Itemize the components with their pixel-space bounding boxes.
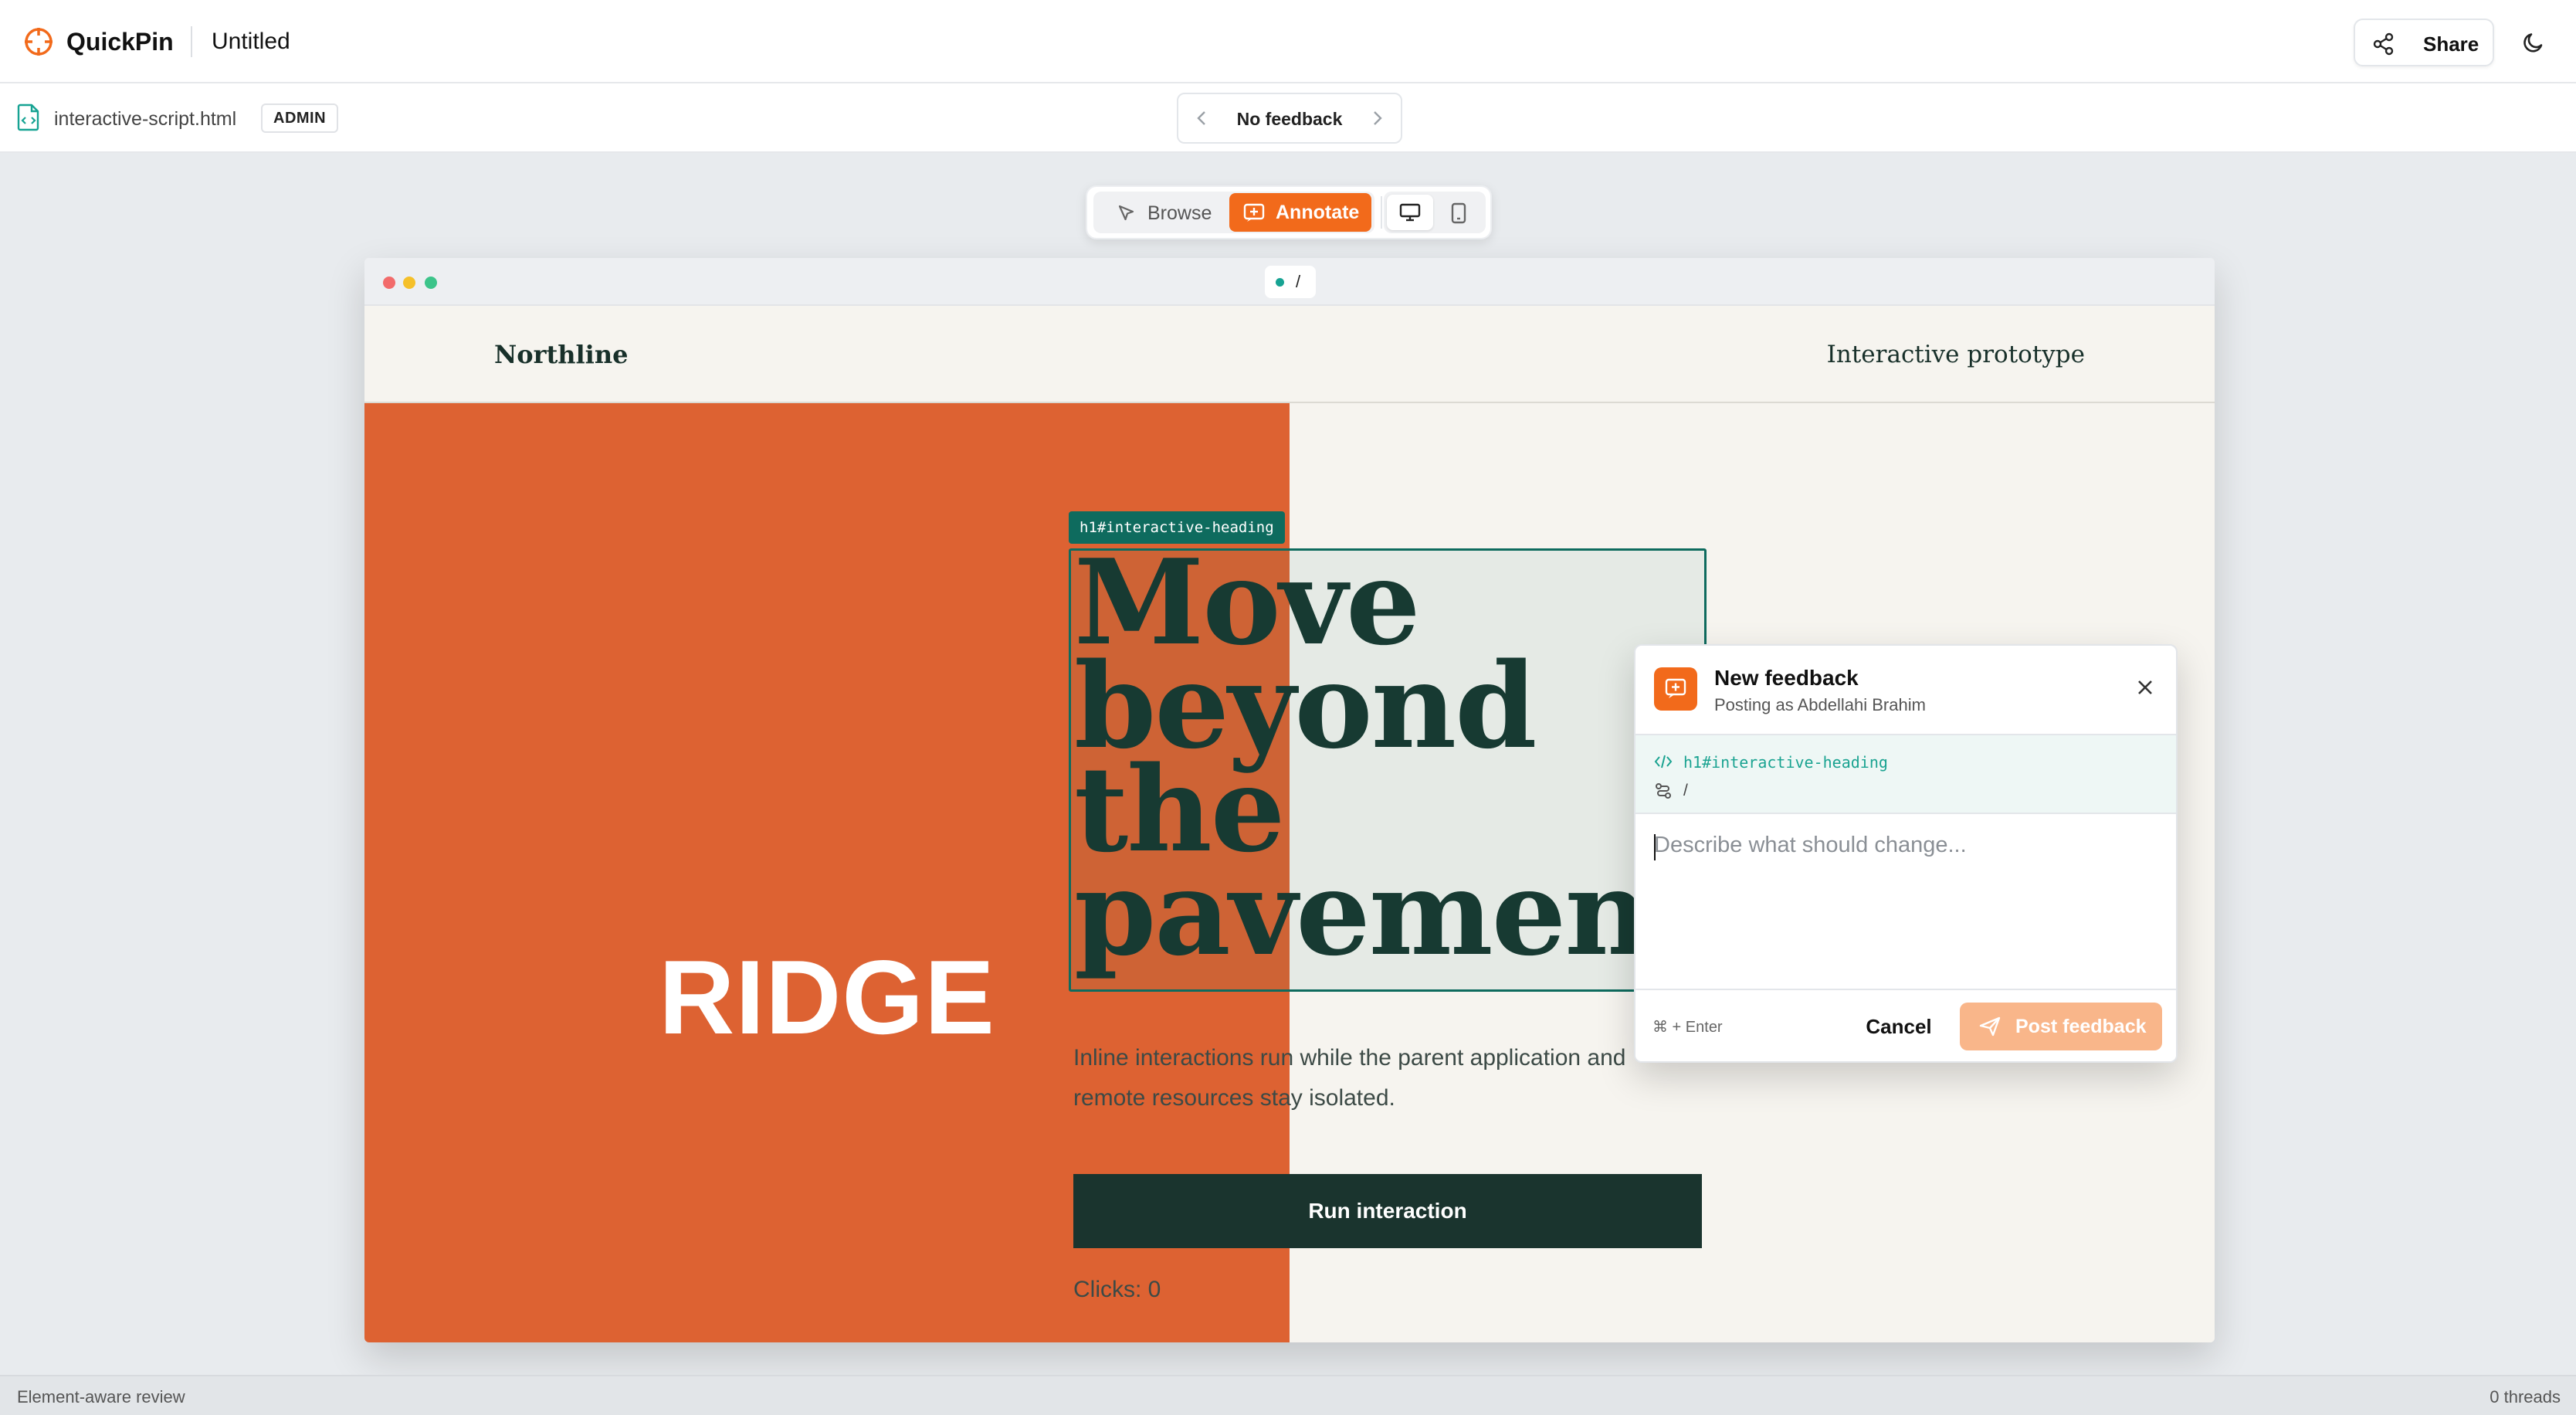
click-counter: Clicks: 0 — [1073, 1277, 1161, 1302]
status-bar: Element-aware review 0 threads — [0, 1375, 2576, 1415]
next-feedback-button[interactable] — [1368, 108, 1385, 132]
file-name: interactive-script.html — [54, 108, 237, 130]
phone-icon — [1451, 202, 1466, 224]
submit-shortcut-hint: ⌘ + Enter — [1652, 1019, 1723, 1036]
monitor-icon — [1399, 203, 1421, 222]
annotate-label: Annotate — [1276, 202, 1360, 223]
close-icon — [2138, 680, 2152, 694]
cursor-icon — [1118, 205, 1134, 221]
feedback-target-info: h1#interactive-heading / — [1635, 734, 2176, 814]
share-label: Share — [2423, 32, 2479, 56]
app-header: QuickPin Untitled Share — [0, 0, 2576, 83]
mode-switch: Browse Annotate — [1093, 192, 1374, 233]
send-icon — [1979, 1016, 2001, 1037]
selected-element-tag: h1#interactive-heading — [1069, 511, 1285, 544]
document-title[interactable]: Untitled — [212, 26, 290, 57]
moon-icon — [2523, 33, 2543, 53]
cancel-label: Cancel — [1866, 1015, 1932, 1038]
code-file-icon — [17, 103, 40, 135]
window-minimize-dot — [403, 277, 415, 289]
close-popover-button[interactable] — [2131, 674, 2159, 701]
title-divider — [191, 26, 192, 57]
share-button[interactable]: Share — [2354, 19, 2494, 66]
site-brand[interactable]: Northline — [494, 340, 628, 369]
code-icon — [1654, 754, 1673, 773]
comment-plus-icon — [1243, 203, 1265, 222]
feedback-navigator: No feedback — [1177, 93, 1402, 144]
site-header: Northline Interactive prototype — [364, 306, 2215, 403]
desktop-view-button[interactable] — [1387, 195, 1433, 230]
toolbar-divider — [1381, 196, 1382, 229]
theme-toggle-button[interactable] — [2514, 23, 2553, 62]
target-route: / — [1683, 782, 1688, 799]
post-feedback-label: Post feedback — [2015, 1016, 2147, 1037]
share-icon — [2373, 32, 2394, 56]
run-interaction-label: Run interaction — [1308, 1199, 1467, 1223]
window-maximize-dot — [425, 277, 437, 289]
feedback-icon — [1654, 667, 1697, 711]
heading-line: pavement — [1074, 843, 1703, 982]
mode-toolbar: Browse Annotate — [1086, 185, 1492, 239]
window-close-dot — [383, 277, 395, 289]
popover-footer: ⌘ + Enter Cancel Post feedback — [1635, 989, 2176, 1061]
url-path: / — [1296, 272, 1301, 291]
selected-heading-highlight[interactable]: Move beyond the pavement — [1069, 548, 1707, 992]
annotate-mode-button[interactable]: Annotate — [1229, 193, 1371, 232]
mobile-view-button[interactable] — [1436, 195, 1483, 230]
live-indicator — [1276, 278, 1284, 287]
browse-mode-button[interactable]: Browse — [1101, 195, 1229, 230]
target-selector: h1#interactive-heading — [1683, 753, 1888, 772]
post-feedback-button[interactable]: Post feedback — [1960, 1003, 2162, 1050]
popover-author: Posting as Abdellahi Brahim — [1714, 695, 1926, 714]
cancel-button[interactable]: Cancel — [1853, 1004, 1944, 1049]
chevron-right-icon — [1374, 111, 1382, 125]
lede-paragraph: Inline interactions run while the parent… — [1073, 1045, 1626, 1111]
browser-chrome: / — [364, 258, 2215, 306]
role-badge: ADMIN — [261, 103, 339, 133]
file-bar: interactive-script.html ADMIN No feedbac… — [0, 83, 2576, 153]
popover-title: New feedback — [1714, 666, 1859, 690]
review-mode-status: Element-aware review — [17, 1387, 185, 1407]
feedback-textarea[interactable] — [1635, 816, 2176, 989]
browse-label: Browse — [1147, 202, 1212, 224]
interactive-heading: Move beyond the pavement — [1074, 551, 1703, 982]
site-tagline: Interactive prototype — [1826, 341, 2085, 368]
crosshair-logo-icon — [23, 26, 54, 57]
feedback-status: No feedback — [1236, 109, 1343, 129]
new-feedback-popover: New feedback Posting as Abdellahi Brahim… — [1634, 644, 2178, 1063]
url-pill[interactable]: / — [1265, 266, 1316, 298]
text-caret — [1654, 834, 1656, 860]
device-switch — [1384, 192, 1486, 233]
thread-count: 0 threads — [2490, 1387, 2561, 1407]
run-interaction-button[interactable]: Run interaction — [1073, 1174, 1702, 1248]
route-icon — [1654, 782, 1673, 804]
app-name: QuickPin — [66, 28, 174, 56]
